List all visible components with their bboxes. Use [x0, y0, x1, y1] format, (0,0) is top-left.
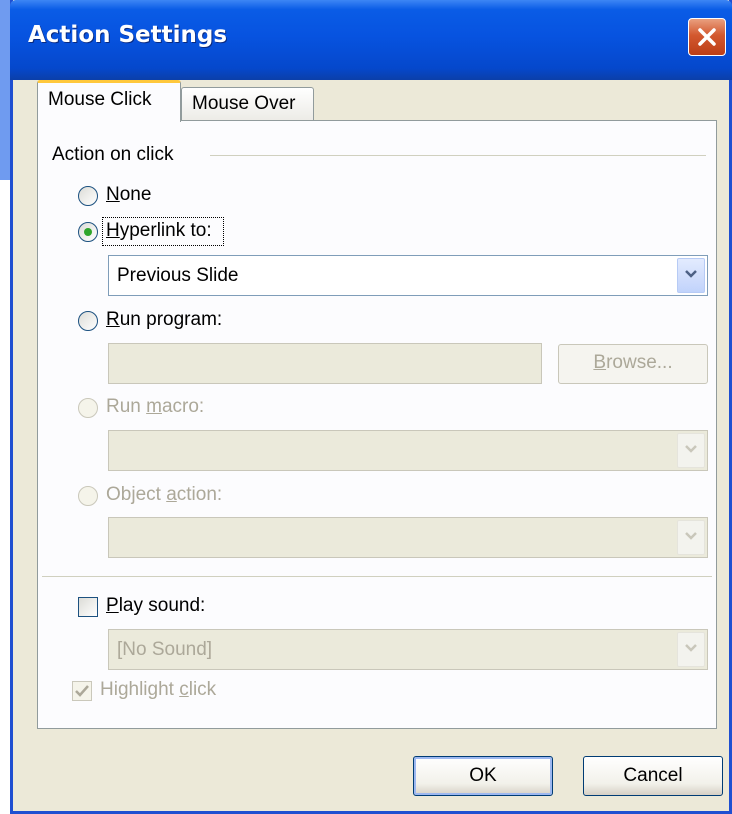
chevron-down-icon — [685, 270, 697, 278]
none-label[interactable]: None — [106, 184, 151, 206]
cancel-button[interactable]: Cancel — [583, 756, 723, 796]
run-macro-radio[interactable] — [78, 398, 98, 418]
section-separator — [42, 576, 712, 577]
checkmark-icon — [75, 685, 89, 697]
macro-dropdown[interactable] — [108, 430, 708, 471]
hyperlink-radio[interactable] — [78, 222, 98, 242]
close-button[interactable] — [688, 18, 726, 56]
run-program-label[interactable]: Run program: — [106, 309, 222, 331]
tab-mouse-over[interactable]: Mouse Over — [181, 87, 314, 121]
tab-panel: Action on click None Hyperlink to: Previ… — [37, 120, 717, 729]
hyperlink-dropdown[interactable]: Previous Slide — [108, 255, 708, 296]
play-sound-label[interactable]: Play sound: — [106, 595, 205, 617]
dialog-title: Action Settings — [28, 22, 228, 48]
desktop-background-strip — [0, 0, 10, 180]
dialog-client-area: Mouse Click Mouse Over Action on click N… — [13, 80, 729, 811]
radio-selected-dot — [84, 228, 92, 236]
chevron-down-icon — [685, 532, 697, 540]
tab-label: Mouse Over — [192, 93, 296, 114]
object-action-dropdown[interactable] — [108, 517, 708, 558]
object-action-label: Object action: — [106, 484, 223, 505]
hyperlink-selected-value: Previous Slide — [117, 265, 239, 286]
hyperlink-label[interactable]: Hyperlink to: — [106, 220, 212, 242]
ok-button[interactable]: OK — [413, 756, 553, 796]
screen: Action Settings Mouse Click Mouse Over A… — [0, 0, 732, 814]
close-icon — [698, 28, 716, 46]
group-title: Action on click — [52, 144, 174, 165]
object-action-radio[interactable] — [78, 486, 98, 506]
title-bar[interactable]: Action Settings — [10, 0, 732, 80]
highlight-click-label: Highlight click — [100, 679, 217, 700]
chevron-down-icon — [685, 445, 697, 453]
tab-mouse-click[interactable]: Mouse Click — [37, 80, 181, 122]
sound-dropdown[interactable]: [No Sound] — [108, 629, 708, 670]
run-program-radio[interactable] — [78, 311, 98, 331]
run-macro-label: Run macro: — [106, 396, 205, 417]
dropdown-button[interactable] — [677, 258, 705, 293]
dropdown-button[interactable] — [677, 433, 705, 468]
play-sound-checkbox[interactable] — [78, 597, 98, 617]
browse-button[interactable]: Browse... — [558, 344, 708, 384]
sound-selected-value: [No Sound] — [117, 639, 213, 660]
highlight-click-checkbox[interactable] — [72, 681, 92, 701]
tab-label: Mouse Click — [48, 89, 152, 110]
chevron-down-icon — [685, 644, 697, 652]
dropdown-button[interactable] — [677, 632, 705, 667]
action-settings-dialog: Action Settings Mouse Click Mouse Over A… — [10, 0, 732, 814]
none-radio[interactable] — [78, 186, 98, 206]
dropdown-button[interactable] — [677, 520, 705, 555]
group-divider — [210, 155, 706, 156]
program-path-field[interactable] — [108, 343, 542, 384]
